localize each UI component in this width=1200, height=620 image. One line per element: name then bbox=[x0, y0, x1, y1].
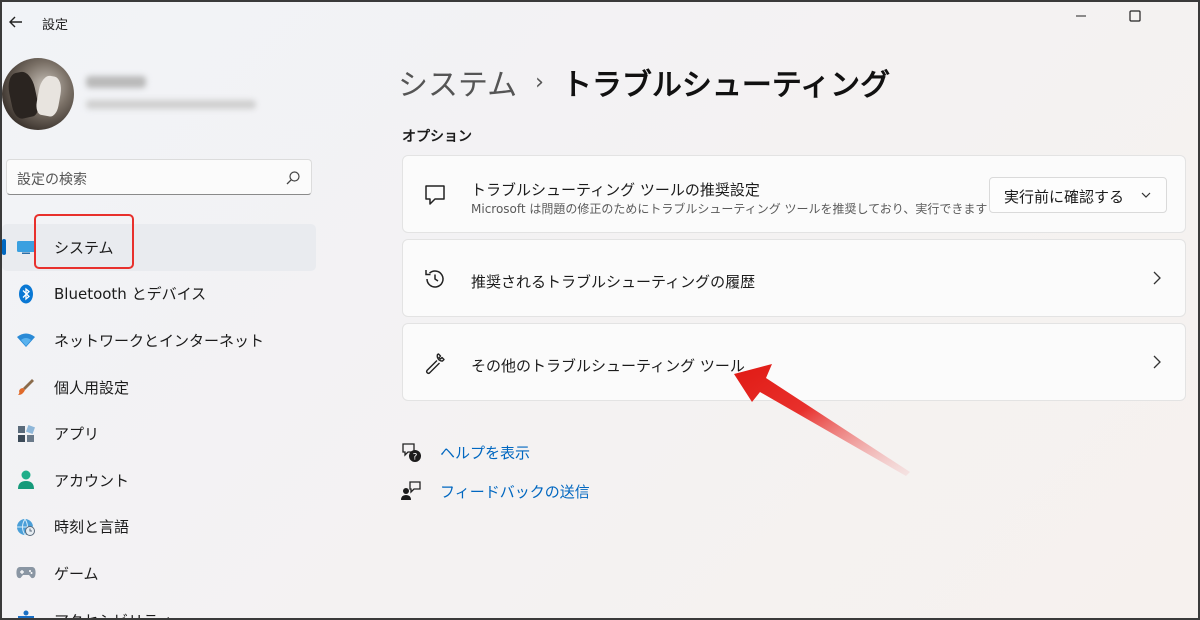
back-button[interactable] bbox=[4, 10, 28, 34]
maximize-button[interactable] bbox=[1112, 2, 1158, 30]
sidebar-item-label: アプリ bbox=[54, 425, 100, 444]
history-icon bbox=[425, 270, 444, 288]
card-description: Microsoft は問題の修正のためにトラブルシューティング ツールを推奨して… bbox=[471, 202, 988, 216]
breadcrumb-parent[interactable]: システム bbox=[398, 60, 517, 104]
minimize-button[interactable] bbox=[1058, 2, 1104, 30]
sidebar-item-gaming[interactable]: ゲーム bbox=[2, 550, 316, 597]
back-arrow-icon bbox=[9, 16, 22, 28]
user-name-blurred bbox=[86, 76, 146, 88]
breadcrumb: システム › トラブルシューティング bbox=[398, 60, 890, 104]
globe-clock-icon bbox=[16, 517, 36, 537]
breadcrumb-separator: › bbox=[535, 69, 544, 95]
feedback-link[interactable]: フィードバックの送信 bbox=[400, 480, 590, 502]
sidebar-item-label: ゲーム bbox=[54, 564, 99, 583]
sidebar-item-time-language[interactable]: 時刻と言語 bbox=[2, 504, 316, 551]
sidebar-nav: システム Bluetooth とデバイス ネットワークとインターネット 個人用設… bbox=[2, 224, 316, 618]
sidebar-item-network[interactable]: ネットワークとインターネット bbox=[2, 317, 316, 364]
chat-bubble-icon bbox=[425, 185, 445, 205]
apps-icon bbox=[16, 424, 36, 444]
minimize-icon bbox=[1076, 15, 1086, 17]
wrench-icon bbox=[426, 353, 445, 374]
chevron-right-icon bbox=[1153, 355, 1161, 369]
bluetooth-icon bbox=[16, 284, 36, 304]
sidebar-item-label: 時刻と言語 bbox=[54, 518, 130, 537]
recommendation-dropdown[interactable]: 実行前に確認する bbox=[989, 177, 1167, 213]
chevron-down-icon bbox=[1141, 192, 1151, 198]
selection-indicator bbox=[2, 239, 6, 255]
help-link[interactable]: ? ヘルプを表示 bbox=[400, 441, 530, 463]
app-title: 設定 bbox=[42, 18, 69, 33]
wifi-icon bbox=[16, 330, 36, 350]
help-link-label[interactable]: ヘルプを表示 bbox=[440, 442, 530, 463]
person-icon bbox=[16, 470, 36, 490]
help-icon: ? bbox=[402, 443, 421, 463]
search-box[interactable]: 設定の検索 bbox=[6, 159, 312, 195]
sidebar-item-bluetooth[interactable]: Bluetooth とデバイス bbox=[2, 271, 316, 318]
sidebar-item-apps[interactable]: アプリ bbox=[2, 410, 316, 457]
sidebar-item-label: アクセシビリティ bbox=[54, 610, 172, 618]
sidebar-item-accessibility[interactable]: アクセシビリティ bbox=[2, 597, 316, 618]
recommended-settings-card: トラブルシューティング ツールの推奨設定 Microsoft は問題の修正のため… bbox=[402, 155, 1186, 233]
annotation-highlight-box bbox=[34, 214, 134, 269]
sidebar-item-label: アカウント bbox=[54, 471, 130, 490]
card-title: トラブルシューティング ツールの推奨設定 bbox=[471, 181, 760, 199]
svg-text:?: ? bbox=[413, 453, 418, 463]
avatar[interactable] bbox=[2, 58, 74, 130]
section-title: オプション bbox=[402, 129, 472, 145]
annotation-arrow bbox=[734, 364, 910, 476]
sidebar-item-personalization[interactable]: 個人用設定 bbox=[2, 364, 316, 411]
feedback-link-label[interactable]: フィードバックの送信 bbox=[440, 481, 590, 502]
dropdown-value: 実行前に確認する bbox=[1004, 188, 1125, 206]
card-title: 推奨されるトラブルシューティングの履歴 bbox=[471, 273, 756, 291]
troubleshoot-history-card[interactable]: 推奨されるトラブルシューティングの履歴 bbox=[402, 239, 1186, 317]
user-email-blurred bbox=[86, 100, 256, 109]
chevron-right-icon bbox=[1153, 271, 1161, 285]
feedback-icon bbox=[401, 481, 421, 500]
title-bar: 設定 bbox=[2, 2, 1198, 42]
monitor-icon bbox=[16, 237, 36, 257]
sidebar-item-label: ネットワークとインターネット bbox=[54, 331, 265, 350]
search-icon[interactable] bbox=[285, 170, 301, 186]
page-title: トラブルシューティング bbox=[561, 68, 891, 103]
search-input[interactable]: 設定の検索 bbox=[17, 169, 87, 189]
maximize-icon bbox=[1129, 10, 1141, 22]
accessibility-icon bbox=[16, 610, 36, 618]
settings-window: 設定 設定の検索 システム Bluetooth とデバイス ネットワークとインタ… bbox=[0, 0, 1200, 620]
sidebar-item-accounts[interactable]: アカウント bbox=[2, 457, 316, 504]
brush-icon bbox=[16, 377, 36, 397]
sidebar-item-label: 個人用設定 bbox=[54, 378, 130, 397]
gamepad-icon bbox=[16, 563, 36, 583]
sidebar-item-label: Bluetooth とデバイス bbox=[54, 285, 207, 304]
card-title: その他のトラブルシューティング ツール bbox=[471, 357, 745, 375]
